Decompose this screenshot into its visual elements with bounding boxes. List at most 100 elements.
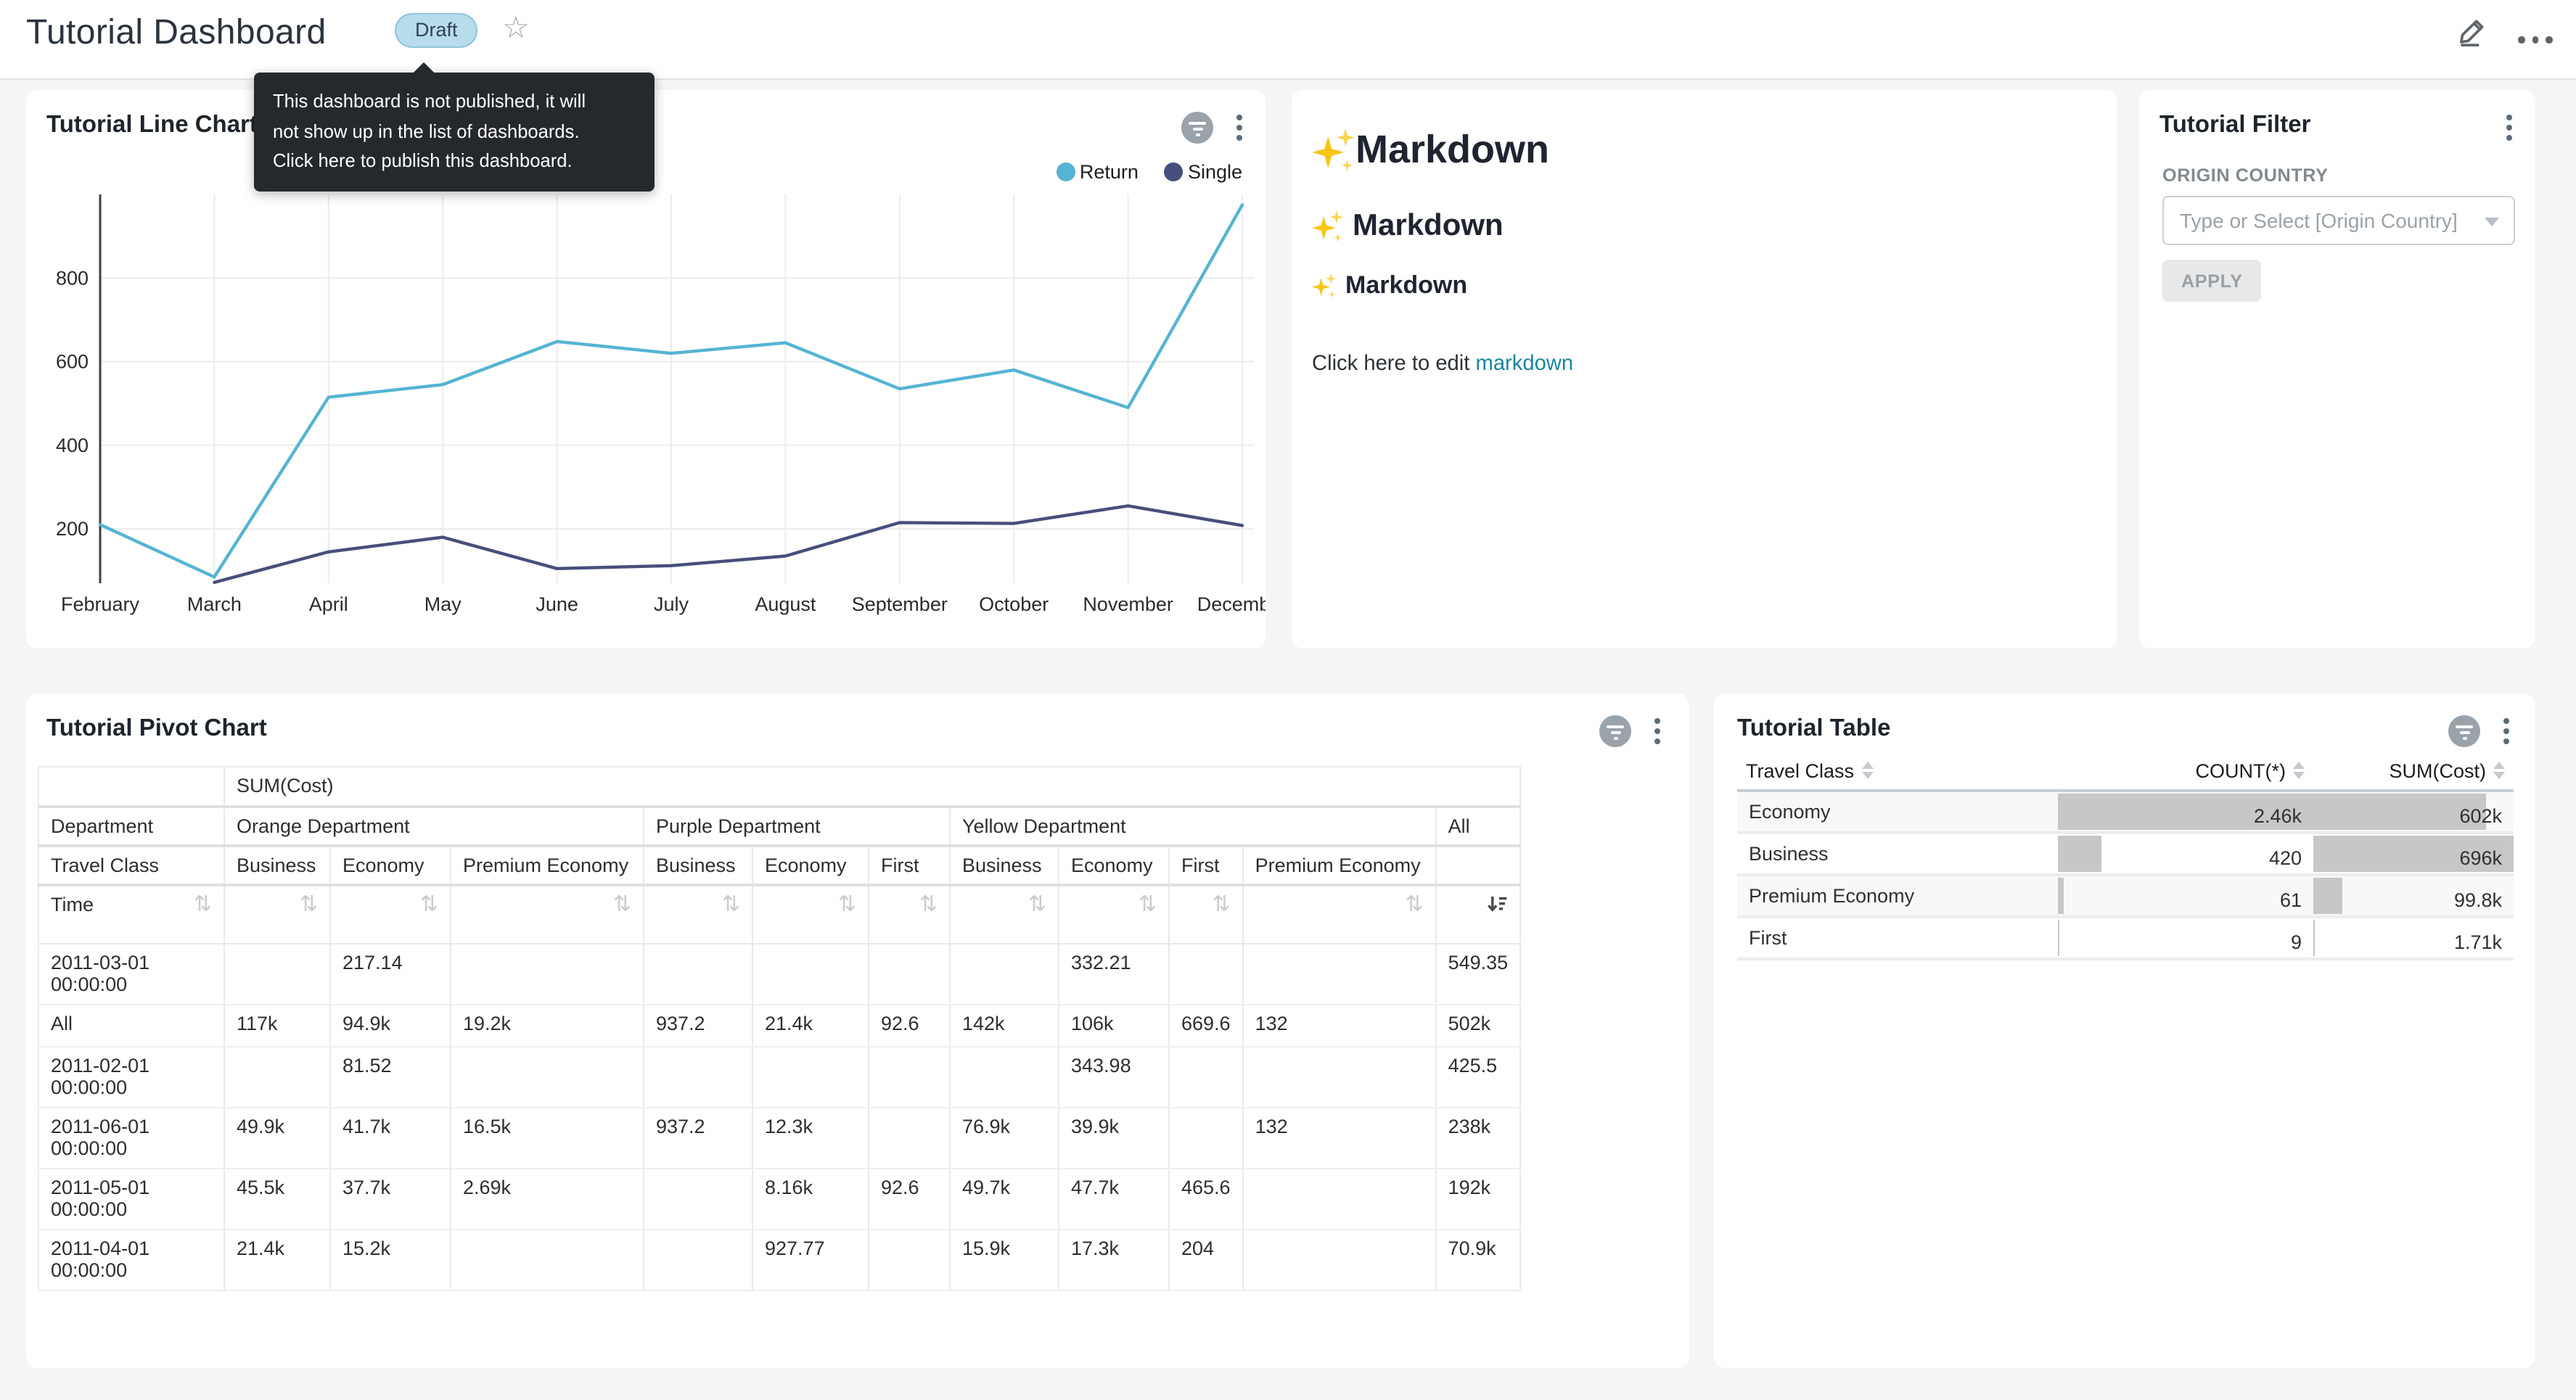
edit-pencil-icon[interactable]	[2457, 15, 2489, 54]
pivot-cell	[869, 1046, 950, 1107]
chart-legend: Return Single	[1057, 161, 1242, 183]
legend-dot-icon	[1057, 162, 1075, 181]
svg-text:April: April	[309, 593, 348, 615]
cross-filter-indicator-icon[interactable]	[2448, 715, 2480, 747]
pivot-cell	[1169, 1046, 1243, 1107]
sort-toggle-icon[interactable]: ⇅	[838, 893, 856, 913]
sort-toggle-icon[interactable]: ⇅	[919, 893, 938, 913]
cell-value: 99.8k	[2313, 881, 2514, 911]
pivot-cell: 937.2	[644, 1107, 752, 1168]
sort-toggle-icon[interactable]: ⇅	[613, 893, 631, 913]
pivot-sort-cell	[1436, 884, 1521, 943]
pivot-cell	[644, 943, 752, 1004]
pivot-group-header: All	[1436, 806, 1521, 845]
origin-country-label: ORIGIN COUNTRY	[2162, 165, 2329, 186]
count-cell: 9	[2058, 917, 2313, 959]
legend-label: Return	[1080, 161, 1139, 183]
pivot-cell: 39.9k	[1059, 1107, 1169, 1168]
pivot-cell: 92.6	[869, 1168, 950, 1229]
table-column-header[interactable]: Travel Class	[1737, 752, 2058, 791]
pivot-cell: 549.35	[1436, 943, 1521, 1004]
sort-toggle-icon[interactable]: ⇅	[722, 893, 740, 913]
pivot-cell	[1169, 1107, 1243, 1168]
cell-value: 61	[2058, 881, 2313, 911]
sort-caret-icon	[2493, 762, 2505, 779]
pivot-cell: 238k	[1436, 1107, 1521, 1168]
pivot-row-label: 2011-05-01 00:00:00	[38, 1168, 224, 1229]
chart-menu-kebab-icon[interactable]	[1652, 715, 1663, 747]
pivot-cell	[752, 1046, 869, 1107]
pivot-column-header: First	[869, 845, 950, 884]
sort-toggle-icon[interactable]: ⇅	[1212, 893, 1230, 913]
pivot-cell: 16.5k	[451, 1107, 644, 1168]
cross-filter-indicator-icon[interactable]	[1181, 112, 1213, 144]
pivot-column-header: Business	[224, 845, 330, 884]
sort-toggle-icon[interactable]: ⇅	[420, 893, 438, 913]
pivot-cell: 142k	[950, 1004, 1059, 1046]
svg-text:December: December	[1197, 593, 1266, 615]
pivot-cell: 343.98	[1059, 1046, 1169, 1107]
legend-item[interactable]: Return	[1057, 161, 1139, 183]
sum-cell: 99.8k	[2313, 875, 2514, 917]
tooltip-line: not show up in the list of dashboards.	[273, 117, 636, 147]
pivot-cell: 132	[1243, 1107, 1436, 1168]
pivot-cell: 927.77	[752, 1229, 869, 1290]
pivot-column-header: Premium Economy	[1243, 845, 1436, 884]
legend-item[interactable]: Single	[1165, 161, 1242, 183]
pivot-cell: 12.3k	[752, 1107, 869, 1168]
draft-badge[interactable]: Draft	[395, 13, 478, 48]
pivot-cell	[224, 1046, 330, 1107]
chart-menu-kebab-icon[interactable]	[1234, 112, 1245, 144]
sort-toggle-icon[interactable]: ⇅	[1028, 893, 1046, 913]
pivot-group-header: Orange Department	[224, 806, 644, 845]
pivot-cell: 92.6	[869, 1004, 950, 1046]
cell-value: 9	[2058, 923, 2313, 953]
table-column-header[interactable]: COUNT(*)	[2058, 752, 2313, 791]
sort-toggle-icon[interactable]: ⇅	[300, 893, 318, 913]
pivot-column-header: First	[1169, 845, 1243, 884]
pivot-column-header: Economy	[752, 845, 869, 884]
pivot-cell: 332.21	[1059, 943, 1169, 1004]
cross-filter-indicator-icon[interactable]	[1599, 715, 1631, 747]
count-cell: 61	[2058, 875, 2313, 917]
pivot-cell: 502k	[1436, 1004, 1521, 1046]
apply-button[interactable]: APPLY	[2162, 260, 2262, 302]
pivot-measure-header: SUM(Cost)	[224, 767, 1520, 806]
sort-desc-active-icon[interactable]	[1486, 893, 1508, 915]
pivot-cell: 937.2	[644, 1004, 752, 1046]
sort-toggle-icon[interactable]: ⇅	[1139, 893, 1157, 913]
pivot-chart-card: Tutorial Pivot Chart SUM(Cost)Department…	[26, 693, 1689, 1368]
filter-card-title: Tutorial Filter	[2159, 112, 2310, 139]
publish-tooltip: This dashboard is not published, it will…	[254, 73, 655, 191]
pivot-cell	[1243, 1046, 1436, 1107]
chart-menu-kebab-icon[interactable]	[2501, 715, 2512, 747]
chart-menu-kebab-icon[interactable]	[2503, 112, 2515, 144]
favorite-star-icon[interactable]: ☆	[502, 12, 530, 46]
sort-caret-icon	[1861, 762, 1873, 779]
edit-markdown-link[interactable]: markdown	[1476, 353, 1574, 376]
table-card: Tutorial Table Travel ClassCOUNT(*)SUM(C…	[1714, 693, 2535, 1368]
pivot-cell: 425.5	[1436, 1046, 1521, 1107]
pivot-cell: 8.16k	[752, 1168, 869, 1229]
pivot-cell: 15.2k	[330, 1229, 451, 1290]
sort-toggle-icon[interactable]: ⇅	[194, 894, 212, 914]
more-options-icon[interactable]	[2518, 25, 2553, 43]
pivot-cell	[451, 943, 644, 1004]
sort-toggle-icon[interactable]: ⇅	[1405, 893, 1423, 913]
travel-class-cell: First	[1737, 917, 2058, 959]
legend-label: Single	[1188, 161, 1242, 183]
svg-text:February: February	[61, 593, 140, 615]
pivot-sort-cell: ⇅	[224, 884, 330, 943]
pivot-table: SUM(Cost)DepartmentOrange DepartmentPurp…	[38, 766, 1521, 1290]
sparkles-icon	[1312, 273, 1337, 298]
pivot-sort-cell: ⇅	[451, 884, 644, 943]
markdown-h1: Markdown	[1312, 128, 2097, 173]
tooltip-line: Click here to publish this dashboard.	[273, 147, 636, 176]
origin-country-select[interactable]: Type or Select [Origin Country]	[2162, 196, 2515, 245]
cell-value: 2.46k	[2058, 796, 2313, 827]
svg-text:October: October	[979, 593, 1049, 615]
pivot-row-label: All	[38, 1004, 224, 1046]
table-column-header[interactable]: SUM(Cost)	[2313, 752, 2514, 791]
pivot-column-header: Business	[644, 845, 752, 884]
pivot-cell: 37.7k	[330, 1168, 451, 1229]
